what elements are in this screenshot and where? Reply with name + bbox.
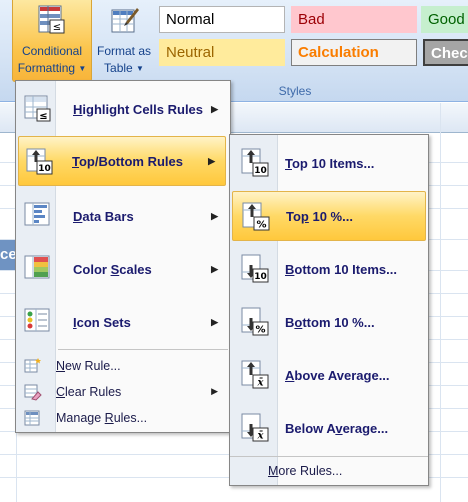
- menu-item-data-bars[interactable]: Data Bars ▶: [18, 191, 228, 241]
- svg-text:x̄: x̄: [257, 431, 265, 442]
- menu-item-icon-sets[interactable]: Icon Sets ▶: [18, 297, 228, 347]
- conditional-formatting-label-2: Formatting: [17, 61, 76, 75]
- data-bars-icon: [23, 200, 53, 230]
- style-calculation[interactable]: Calculation: [291, 39, 417, 66]
- highlight-cells-icon: ≤: [23, 93, 53, 123]
- menu-item-bottom-10-items[interactable]: 10 Bottom 10 Items...: [232, 244, 426, 294]
- menu-item-highlight-cells-rules[interactable]: ≤ Highlight Cells Rules ▶: [18, 84, 228, 134]
- svg-text:10: 10: [38, 164, 51, 174]
- submenu-arrow-icon: ▶: [211, 103, 218, 114]
- svg-text:x̄: x̄: [257, 378, 265, 389]
- menu-item-top-10-percent[interactable]: % Top 10 %...: [232, 191, 426, 241]
- manage-rules-icon: [24, 409, 42, 427]
- menu-item-label: Icon Sets: [73, 314, 131, 330]
- menu-item-label: Clear Rules: [56, 384, 122, 399]
- menu-item-below-average[interactable]: x̄ Below Average...: [232, 403, 426, 453]
- menu-item-label: Below Average...: [285, 420, 389, 436]
- style-good[interactable]: Good: [421, 6, 468, 33]
- conditional-formatting-label-1: Conditional: [21, 44, 83, 58]
- top-bottom-icon: 10: [24, 146, 54, 176]
- svg-text:10: 10: [254, 272, 267, 282]
- menu-item-top-10-items[interactable]: 10 Top 10 Items...: [232, 138, 426, 188]
- dropdown-caret-icon: ▼: [78, 64, 87, 73]
- style-check-cell[interactable]: Check: [423, 39, 468, 66]
- menu-item-label: Top 10 Items...: [285, 155, 375, 171]
- top-10-percent-icon: %: [240, 201, 272, 233]
- menu-item-manage-rules[interactable]: Manage Rules...: [18, 405, 228, 430]
- menu-item-new-rule[interactable]: New Rule...: [18, 353, 228, 378]
- color-scales-icon: [23, 253, 53, 283]
- top-10-items-icon: 10: [239, 147, 271, 179]
- conditional-formatting-button[interactable]: ≤ Conditional Formatting ▼: [12, 0, 92, 82]
- menu-item-label: Manage Rules...: [56, 410, 148, 425]
- svg-text:≤: ≤: [53, 22, 61, 33]
- menu-item-above-average[interactable]: x̄ Above Average...: [232, 350, 426, 400]
- menu-item-label: Top/Bottom Rules: [72, 153, 183, 169]
- menu-item-label: Bottom 10 Items...: [285, 261, 397, 277]
- menu-item-color-scales[interactable]: Color Scales ▶: [18, 244, 228, 294]
- menu-item-label: Highlight Cells Rules: [73, 101, 204, 117]
- menu-item-label: Color Scales: [73, 261, 152, 277]
- menu-separator: [230, 456, 428, 457]
- submenu-arrow-icon: ▶: [211, 210, 218, 221]
- menu-separator: [58, 349, 228, 350]
- conditional-formatting-menu: ≤ Highlight Cells Rules ▶ 10 Top/Bottom …: [15, 80, 231, 433]
- bottom-10-percent-icon: %: [239, 306, 271, 338]
- menu-item-label: Bottom 10 %...: [285, 314, 375, 330]
- menu-item-label: More Rules...: [268, 463, 343, 478]
- svg-text:%: %: [256, 220, 266, 231]
- format-as-table-label-2: Table: [104, 61, 133, 75]
- svg-text:%: %: [255, 325, 265, 336]
- conditional-formatting-icon: ≤: [36, 4, 68, 36]
- style-bad[interactable]: Bad: [291, 6, 417, 33]
- submenu-arrow-icon: ▶: [208, 155, 215, 166]
- menu-item-clear-rules[interactable]: Clear Rules ▶: [18, 379, 228, 404]
- format-as-table-button[interactable]: Format as Table ▼: [92, 0, 156, 82]
- below-average-icon: x̄: [239, 412, 271, 444]
- svg-text:10: 10: [254, 166, 267, 176]
- menu-item-label: Above Average...: [285, 367, 390, 383]
- menu-item-more-rules[interactable]: More Rules...: [232, 458, 426, 483]
- menu-item-label: Top 10 %...: [286, 208, 353, 224]
- style-normal[interactable]: Normal: [159, 6, 285, 33]
- menu-item-top-bottom-rules[interactable]: 10 Top/Bottom Rules ▶: [18, 136, 226, 186]
- top-bottom-rules-submenu: 10 Top 10 Items... % Top 10 %... 10 Bott…: [229, 134, 429, 486]
- column-header-selected[interactable]: ce: [0, 240, 16, 270]
- menu-item-label: Data Bars: [73, 208, 134, 224]
- dropdown-caret-icon: ▼: [136, 64, 144, 73]
- submenu-arrow-icon: ▶: [211, 263, 218, 274]
- above-average-icon: x̄: [239, 359, 271, 391]
- menu-item-label: New Rule...: [56, 358, 121, 373]
- submenu-arrow-icon: ▶: [211, 386, 218, 396]
- svg-text:≤: ≤: [39, 111, 47, 122]
- styles-group-label: Styles: [278, 84, 312, 98]
- icon-sets-icon: [23, 306, 53, 336]
- menu-item-bottom-10-percent[interactable]: % Bottom 10 %...: [232, 297, 426, 347]
- new-rule-icon: [24, 357, 42, 375]
- clear-rules-icon: [24, 383, 42, 401]
- style-neutral[interactable]: Neutral: [159, 39, 285, 66]
- submenu-arrow-icon: ▶: [211, 316, 218, 327]
- format-as-table-icon: [108, 4, 140, 36]
- bottom-10-items-icon: 10: [239, 253, 271, 285]
- format-as-table-label-1: Format as: [96, 44, 151, 58]
